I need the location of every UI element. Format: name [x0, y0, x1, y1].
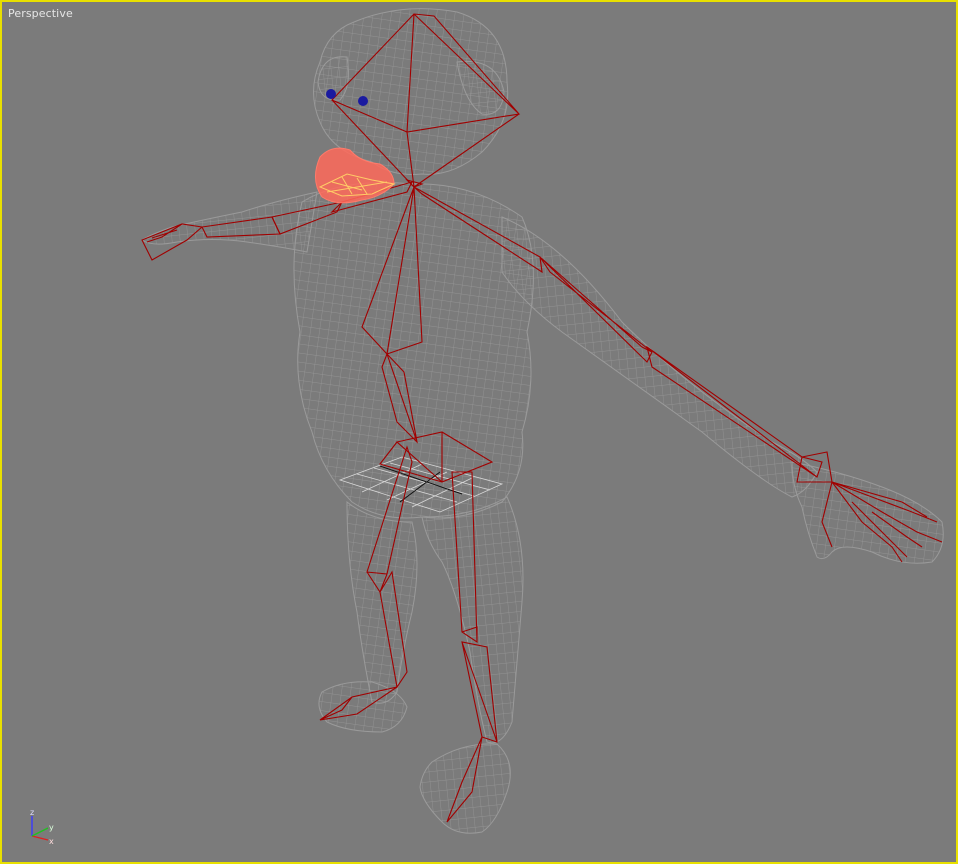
axis-y-line: [31, 827, 49, 837]
scene-canvas[interactable]: [2, 2, 958, 864]
mesh-arm-left: [141, 191, 318, 253]
eye-right: [358, 96, 368, 106]
skeleton-bones[interactable]: [141, 13, 943, 823]
viewport-label[interactable]: Perspective: [8, 7, 73, 20]
eye-left: [326, 89, 336, 99]
axis-x-label: x: [49, 837, 54, 846]
axis-x-line: [31, 835, 49, 841]
mesh-leg-right: [421, 496, 524, 744]
character-mesh[interactable]: [141, 8, 944, 834]
perspective-viewport[interactable]: Perspective z y x: [0, 0, 958, 864]
mesh-foot-right: [419, 743, 511, 834]
axis-z-label: z: [30, 808, 34, 817]
axis-gizmo: z y x: [30, 808, 54, 846]
axis-y-label: y: [49, 823, 54, 832]
